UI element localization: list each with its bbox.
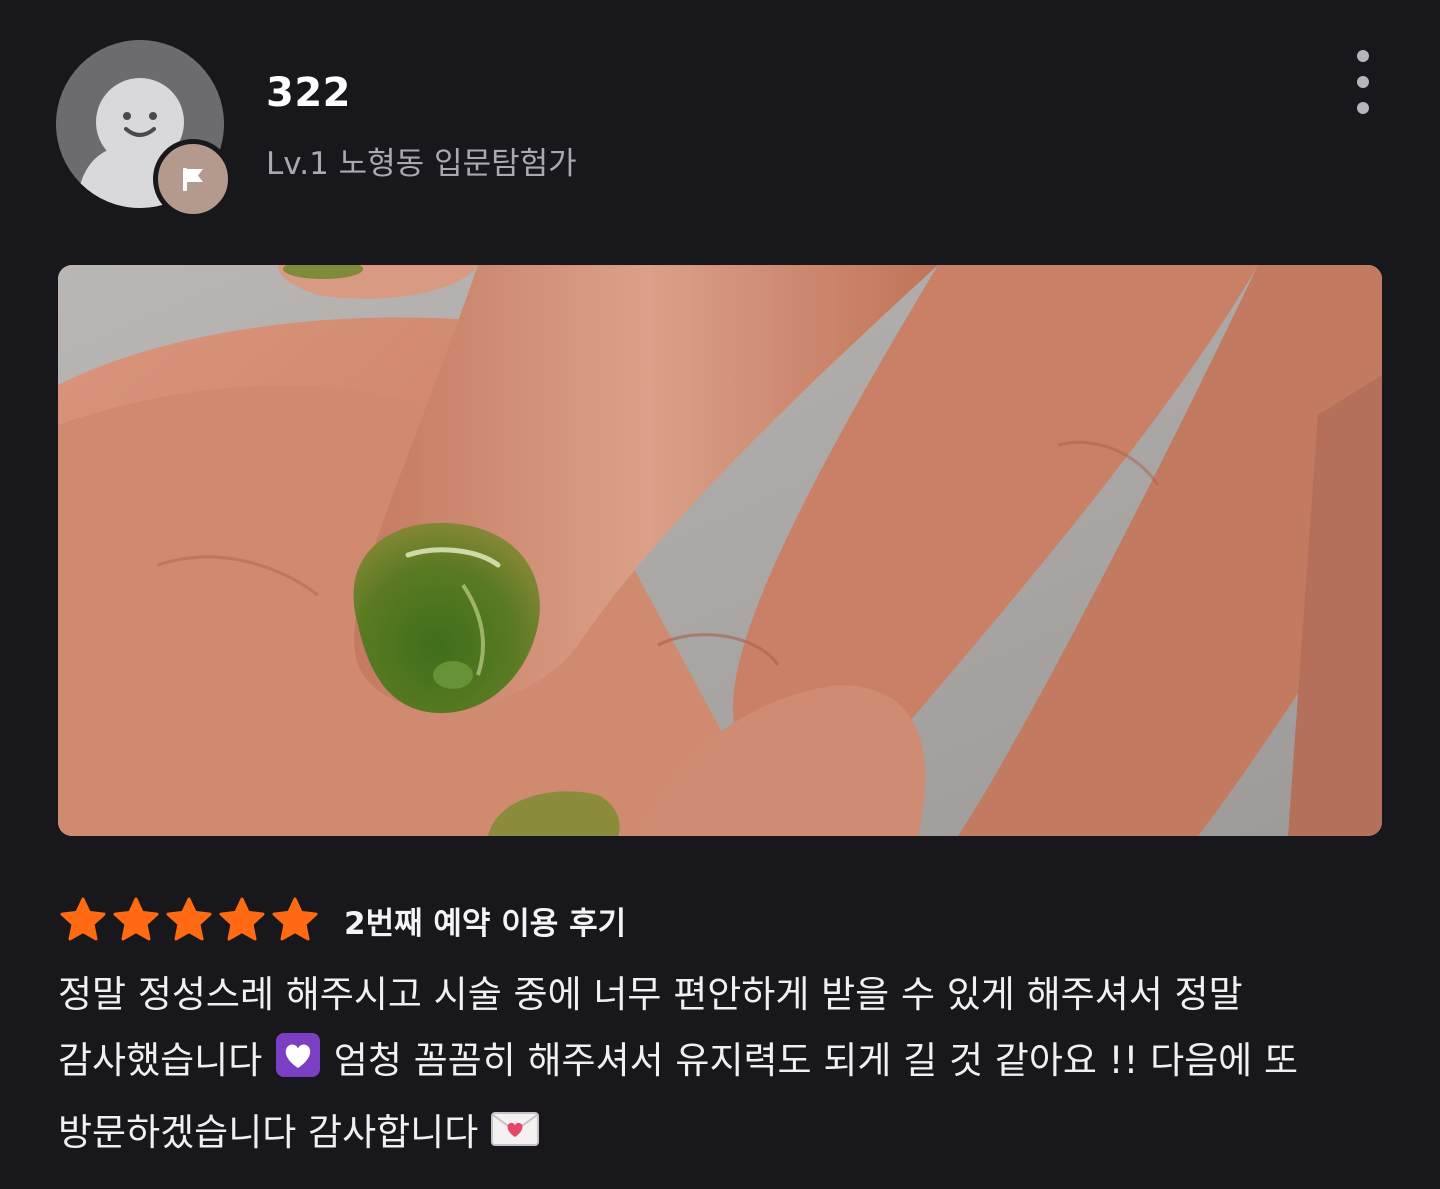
hand-with-green-nail-photo [58,265,1382,836]
review-photo[interactable] [58,265,1382,836]
star-icon [60,897,106,941]
more-dot [1357,102,1369,114]
review-text: 정말 정성스레 해주시고 시술 중에 너무 편안하게 받을 수 있게 해주셔서 … [58,962,1388,1172]
more-dot [1357,76,1369,88]
star-icon [219,897,265,941]
star-icon [272,897,318,941]
flag-icon [183,168,203,191]
star-icon [166,897,212,941]
user-level: Lv.1 노형동 입문탐험가 [266,146,577,182]
love-letter-emoji [490,1106,540,1172]
user-avatar[interactable] [56,40,233,219]
flag-badge [153,139,233,219]
star-rating [58,895,320,945]
heart-emoji [274,1031,322,1100]
user-name[interactable]: 322 [266,70,351,116]
rating-row: 2번째 예약 이용 후기 [58,892,626,948]
star-icon [113,897,159,941]
review-header: 322 Lv.1 노형동 입문탐험가 [0,0,1440,240]
review-title: 2번째 예약 이용 후기 [344,905,627,942]
more-vertical-icon[interactable] [1338,44,1388,120]
more-dot [1357,50,1369,62]
